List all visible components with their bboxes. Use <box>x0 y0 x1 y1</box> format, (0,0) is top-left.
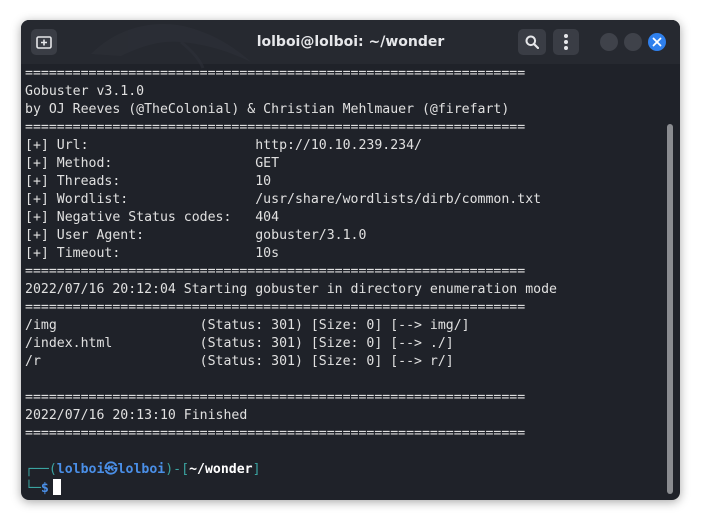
output-line: 2022/07/16 20:12:04 Starting gobuster in… <box>25 282 557 297</box>
output-line: 2022/07/16 20:13:10 Finished <box>25 408 248 423</box>
prompt-host: lolboi <box>117 462 166 477</box>
terminal-window: lolboi@lolboi: ~/wonder ================… <box>21 20 680 500</box>
kebab-menu-icon <box>564 34 568 38</box>
kebab-menu-icon <box>564 40 568 44</box>
title-bar[interactable]: lolboi@lolboi: ~/wonder <box>21 20 680 69</box>
output-line: /r (Status: 301) [Size: 0] [--> r/] <box>25 354 454 369</box>
output-line: [+] User Agent: gobuster/3.1.0 <box>25 228 367 243</box>
prompt-user: lolboi <box>56 462 105 477</box>
menu-button[interactable] <box>553 29 579 55</box>
prompt-path: ~/wonder <box>189 462 253 477</box>
prompt-symbol: $ <box>40 481 49 496</box>
maximize-button[interactable] <box>624 33 642 51</box>
prompt-corner: └─ <box>25 481 41 496</box>
text-cursor <box>52 479 61 495</box>
terminal-output[interactable]: ========================================… <box>25 65 665 497</box>
scrollbar-thumb[interactable] <box>667 124 673 494</box>
output-line: ========================================… <box>25 426 526 441</box>
kebab-menu-icon <box>564 46 568 50</box>
output-line: ========================================… <box>25 120 526 135</box>
prompt-mid: )-[ <box>165 462 190 477</box>
close-icon <box>652 37 662 47</box>
window-title: lolboi@lolboi: ~/wonder <box>256 34 445 50</box>
prompt-open: ┌──( <box>25 462 57 477</box>
output-line: [+] Timeout: 10s <box>25 246 280 261</box>
output-line: ========================================… <box>25 264 526 279</box>
output-lines: ========================================… <box>25 65 665 461</box>
prompt-line-2[interactable]: └─$ <box>25 479 665 497</box>
output-line: /index.html (Status: 301) [Size: 0] [-->… <box>25 336 454 351</box>
output-line: by OJ Reeves (@TheColonial) & Christian … <box>25 102 510 117</box>
output-line: Gobuster v3.1.0 <box>25 84 145 99</box>
output-line: [+] Wordlist: /usr/share/wordlists/dirb/… <box>25 192 542 207</box>
output-line: /img (Status: 301) [Size: 0] [--> img/] <box>25 318 470 333</box>
search-button[interactable] <box>518 29 546 55</box>
output-line: ========================================… <box>25 390 526 405</box>
output-line: [+] Url: http://10.10.239.234/ <box>25 138 422 153</box>
prompt-line-1: ┌──(lolboi㉿lolboi)-[~/wonder] <box>25 461 665 479</box>
close-button[interactable] <box>648 33 666 51</box>
prompt-at: ㉿ <box>104 462 118 477</box>
search-icon <box>525 35 539 49</box>
output-line: [+] Method: GET <box>25 156 280 171</box>
prompt-close: ] <box>252 462 261 477</box>
output-line: ========================================… <box>25 66 526 81</box>
output-line: [+] Negative Status codes: 404 <box>25 210 280 225</box>
output-line: ========================================… <box>25 300 526 315</box>
output-line: [+] Threads: 10 <box>25 174 272 189</box>
minimize-button[interactable] <box>600 33 618 51</box>
